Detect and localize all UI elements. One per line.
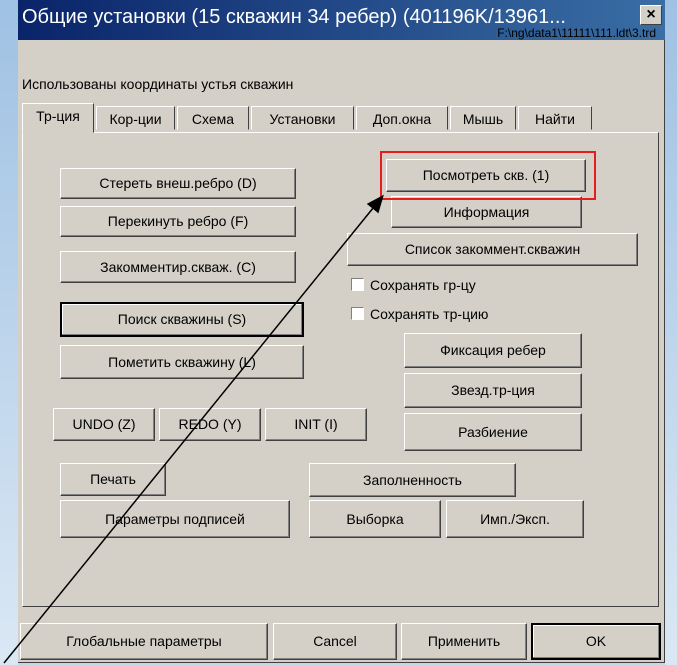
fill-button[interactable]: Заполненность [309, 463, 516, 497]
print-button[interactable]: Печать [60, 463, 166, 496]
mark-well-button[interactable]: Пометить скважину (L) [60, 345, 304, 379]
cancel-button[interactable]: Cancel [273, 623, 397, 660]
init-button[interactable]: INIT (I) [265, 408, 367, 441]
checkbox-icon [351, 278, 364, 291]
settings-dialog: Общие установки (15 скважин 34 ребер) (4… [18, 0, 665, 663]
undo-button[interactable]: UNDO (Z) [53, 408, 155, 441]
tab-scheme[interactable]: Схема [177, 106, 249, 130]
comment-well-button[interactable]: Закомментир.скваж. (C) [60, 251, 296, 283]
flip-edge-button[interactable]: Перекинуть ребро (F) [60, 206, 296, 237]
commented-wells-list-button[interactable]: Список закоммент.скважин [347, 233, 638, 266]
file-path: F:\ng\data1\11111\111.ldt\3.trd [497, 26, 656, 40]
view-wells-button[interactable]: Посмотреть скв. (1) [386, 159, 586, 192]
import-export-button[interactable]: Имп./Эксп. [446, 500, 584, 538]
status-text: Использованы координаты устья скважин [22, 76, 294, 92]
label-params-button[interactable]: Параметры подписей [60, 500, 290, 538]
tab-settings[interactable]: Установки [251, 106, 354, 130]
desktop-background-left [0, 0, 18, 665]
tab-triangulation[interactable]: Тр-ция [22, 103, 94, 133]
split-button[interactable]: Разбиение [404, 413, 582, 451]
star-triangulation-button[interactable]: Звезд.тр-ция [404, 373, 582, 408]
erase-edge-button[interactable]: Стереть внеш.ребро (D) [60, 168, 296, 199]
apply-button[interactable]: Применить [401, 623, 527, 660]
checkbox-icon [351, 307, 364, 320]
tab-find[interactable]: Найти [518, 106, 592, 130]
redo-button[interactable]: REDO (Y) [159, 408, 261, 441]
info-button[interactable]: Информация [391, 196, 582, 228]
fix-edges-button[interactable]: Фиксация ребер [404, 333, 582, 368]
desktop-background-right [665, 0, 677, 665]
ok-button[interactable]: OK [531, 623, 661, 660]
close-icon[interactable]: × [640, 5, 662, 25]
save-border-checkbox[interactable]: Сохранять гр-цу [351, 277, 476, 293]
tab-mouse[interactable]: Мышь [450, 106, 516, 130]
search-well-button[interactable]: Поиск скважины (S) [60, 302, 304, 337]
sample-button[interactable]: Выборка [309, 500, 441, 538]
tab-extra-windows[interactable]: Доп.окна [356, 106, 448, 130]
tab-correlations[interactable]: Кор-ции [96, 106, 175, 130]
global-params-button[interactable]: Глобальные параметры [20, 623, 268, 660]
save-triangulation-checkbox[interactable]: Сохранять тр-цию [351, 306, 488, 322]
